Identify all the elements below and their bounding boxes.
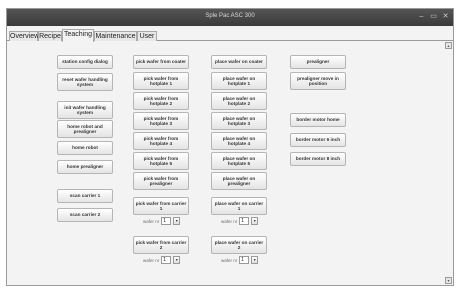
chevron-down-icon[interactable]: ▾: [173, 256, 181, 264]
chevron-down-icon[interactable]: ▾: [251, 256, 259, 264]
pick-from-carrier-1-button[interactable]: pick wafer from carrier 1: [133, 197, 189, 215]
tab-user[interactable]: User: [137, 31, 157, 41]
wafer-nr-select[interactable]: 1: [239, 217, 250, 225]
reset-wafer-handling-button[interactable]: reset wafer handling system: [57, 73, 113, 91]
maximize-icon[interactable]: ▭: [428, 11, 439, 23]
border-motor-home-button[interactable]: border motor home: [290, 113, 346, 127]
place-on-hotplate-4-button[interactable]: place wafer on hotplate 4: [211, 132, 267, 150]
place-carrier-1-wafer-selector: wafer nr 1 ▾: [221, 217, 259, 225]
wafer-nr-select[interactable]: 1: [161, 256, 172, 264]
scroll-up-icon[interactable]: ▴: [445, 42, 452, 49]
wafer-nr-select[interactable]: 1: [161, 217, 172, 225]
place-on-hotplate-1-button[interactable]: place wafer on hotplate 1: [211, 72, 267, 90]
pick-carrier-1-wafer-selector: wafer nr 1 ▾: [143, 217, 181, 225]
station-config-dialog-button[interactable]: station config dialog: [57, 55, 113, 69]
home-robot-prealigner-button[interactable]: home robot and prealigner: [57, 120, 113, 138]
prealigner-button[interactable]: prealigner: [290, 55, 346, 69]
place-on-carrier-2-button[interactable]: place wafer on carrier 2: [211, 236, 267, 254]
minimize-icon[interactable]: –: [416, 11, 427, 23]
place-on-hotplate-2-button[interactable]: place wafer on hotplate 2: [211, 92, 267, 110]
place-on-hotplate-5-button[interactable]: place wafer on hotplate 5: [211, 152, 267, 170]
home-prealigner-button[interactable]: home prealigner: [57, 160, 113, 174]
place-on-coater-button[interactable]: place wafer on coater: [211, 55, 267, 69]
pick-from-hotplate-3-button[interactable]: pick wafer from hotplate 3: [133, 112, 189, 130]
pick-carrier-2-wafer-selector: wafer nr 1 ▾: [143, 256, 181, 264]
tab-maintenance[interactable]: Maintenance: [94, 31, 137, 41]
tab-recipe[interactable]: Recipe: [38, 31, 62, 41]
chevron-down-icon[interactable]: ▾: [173, 217, 181, 225]
pick-from-hotplate-5-button[interactable]: pick wafer from hotplate 5: [133, 152, 189, 170]
scan-carrier-1-button[interactable]: scan carrier 1: [57, 189, 113, 203]
tab-overview[interactable]: Overview: [9, 31, 39, 41]
place-on-hotplate-3-button[interactable]: place wafer on hotplate 3: [211, 112, 267, 130]
wafer-nr-label: wafer nr: [221, 257, 238, 263]
pick-from-hotplate-4-button[interactable]: pick wafer from hotplate 4: [133, 132, 189, 150]
close-icon[interactable]: ✕: [440, 11, 451, 23]
pick-from-hotplate-1-button[interactable]: pick wafer from hotplate 1: [133, 72, 189, 90]
pick-from-prealigner-button[interactable]: pick wafer from prealigner: [133, 172, 189, 190]
place-on-prealigner-button[interactable]: place wafer on prealigner: [211, 172, 267, 190]
prealigner-move-in-position-button[interactable]: prealigner move in position: [290, 72, 346, 90]
title-bar: Sple Pac ASC 300 – ▭ ✕: [7, 9, 453, 26]
wafer-nr-label: wafer nr: [221, 218, 238, 224]
scroll-down-icon[interactable]: ▾: [445, 277, 452, 284]
home-robot-button[interactable]: home robot: [57, 141, 113, 155]
place-carrier-2-wafer-selector: wafer nr 1 ▾: [221, 256, 259, 264]
border-motor-6-inch-button[interactable]: border motor 6 inch: [290, 133, 346, 147]
tab-teaching[interactable]: Teaching: [62, 29, 94, 42]
wafer-nr-label: wafer nr: [143, 257, 160, 263]
wafer-nr-select[interactable]: 1: [239, 256, 250, 264]
main-window: Sple Pac ASC 300 – ▭ ✕ Overview Recipe T…: [6, 8, 454, 286]
scan-carrier-2-button[interactable]: scan carrier 2: [57, 208, 113, 222]
place-on-carrier-1-button[interactable]: place wafer on carrier 1: [211, 197, 267, 215]
border-motor-8-inch-button[interactable]: border motor 8 inch: [290, 152, 346, 166]
init-wafer-handling-button[interactable]: init wafer handling system: [57, 101, 113, 119]
window-title: Sple Pac ASC 300: [205, 13, 255, 19]
pick-from-hotplate-2-button[interactable]: pick wafer from hotplate 2: [133, 92, 189, 110]
tab-bar: Overview Recipe Teaching Maintenance Use…: [7, 29, 453, 42]
chevron-down-icon[interactable]: ▾: [251, 217, 259, 225]
wafer-nr-label: wafer nr: [143, 218, 160, 224]
pick-from-coater-button[interactable]: pick wafer from coater: [133, 55, 189, 69]
pick-from-carrier-2-button[interactable]: pick wafer from carrier 2: [133, 236, 189, 254]
